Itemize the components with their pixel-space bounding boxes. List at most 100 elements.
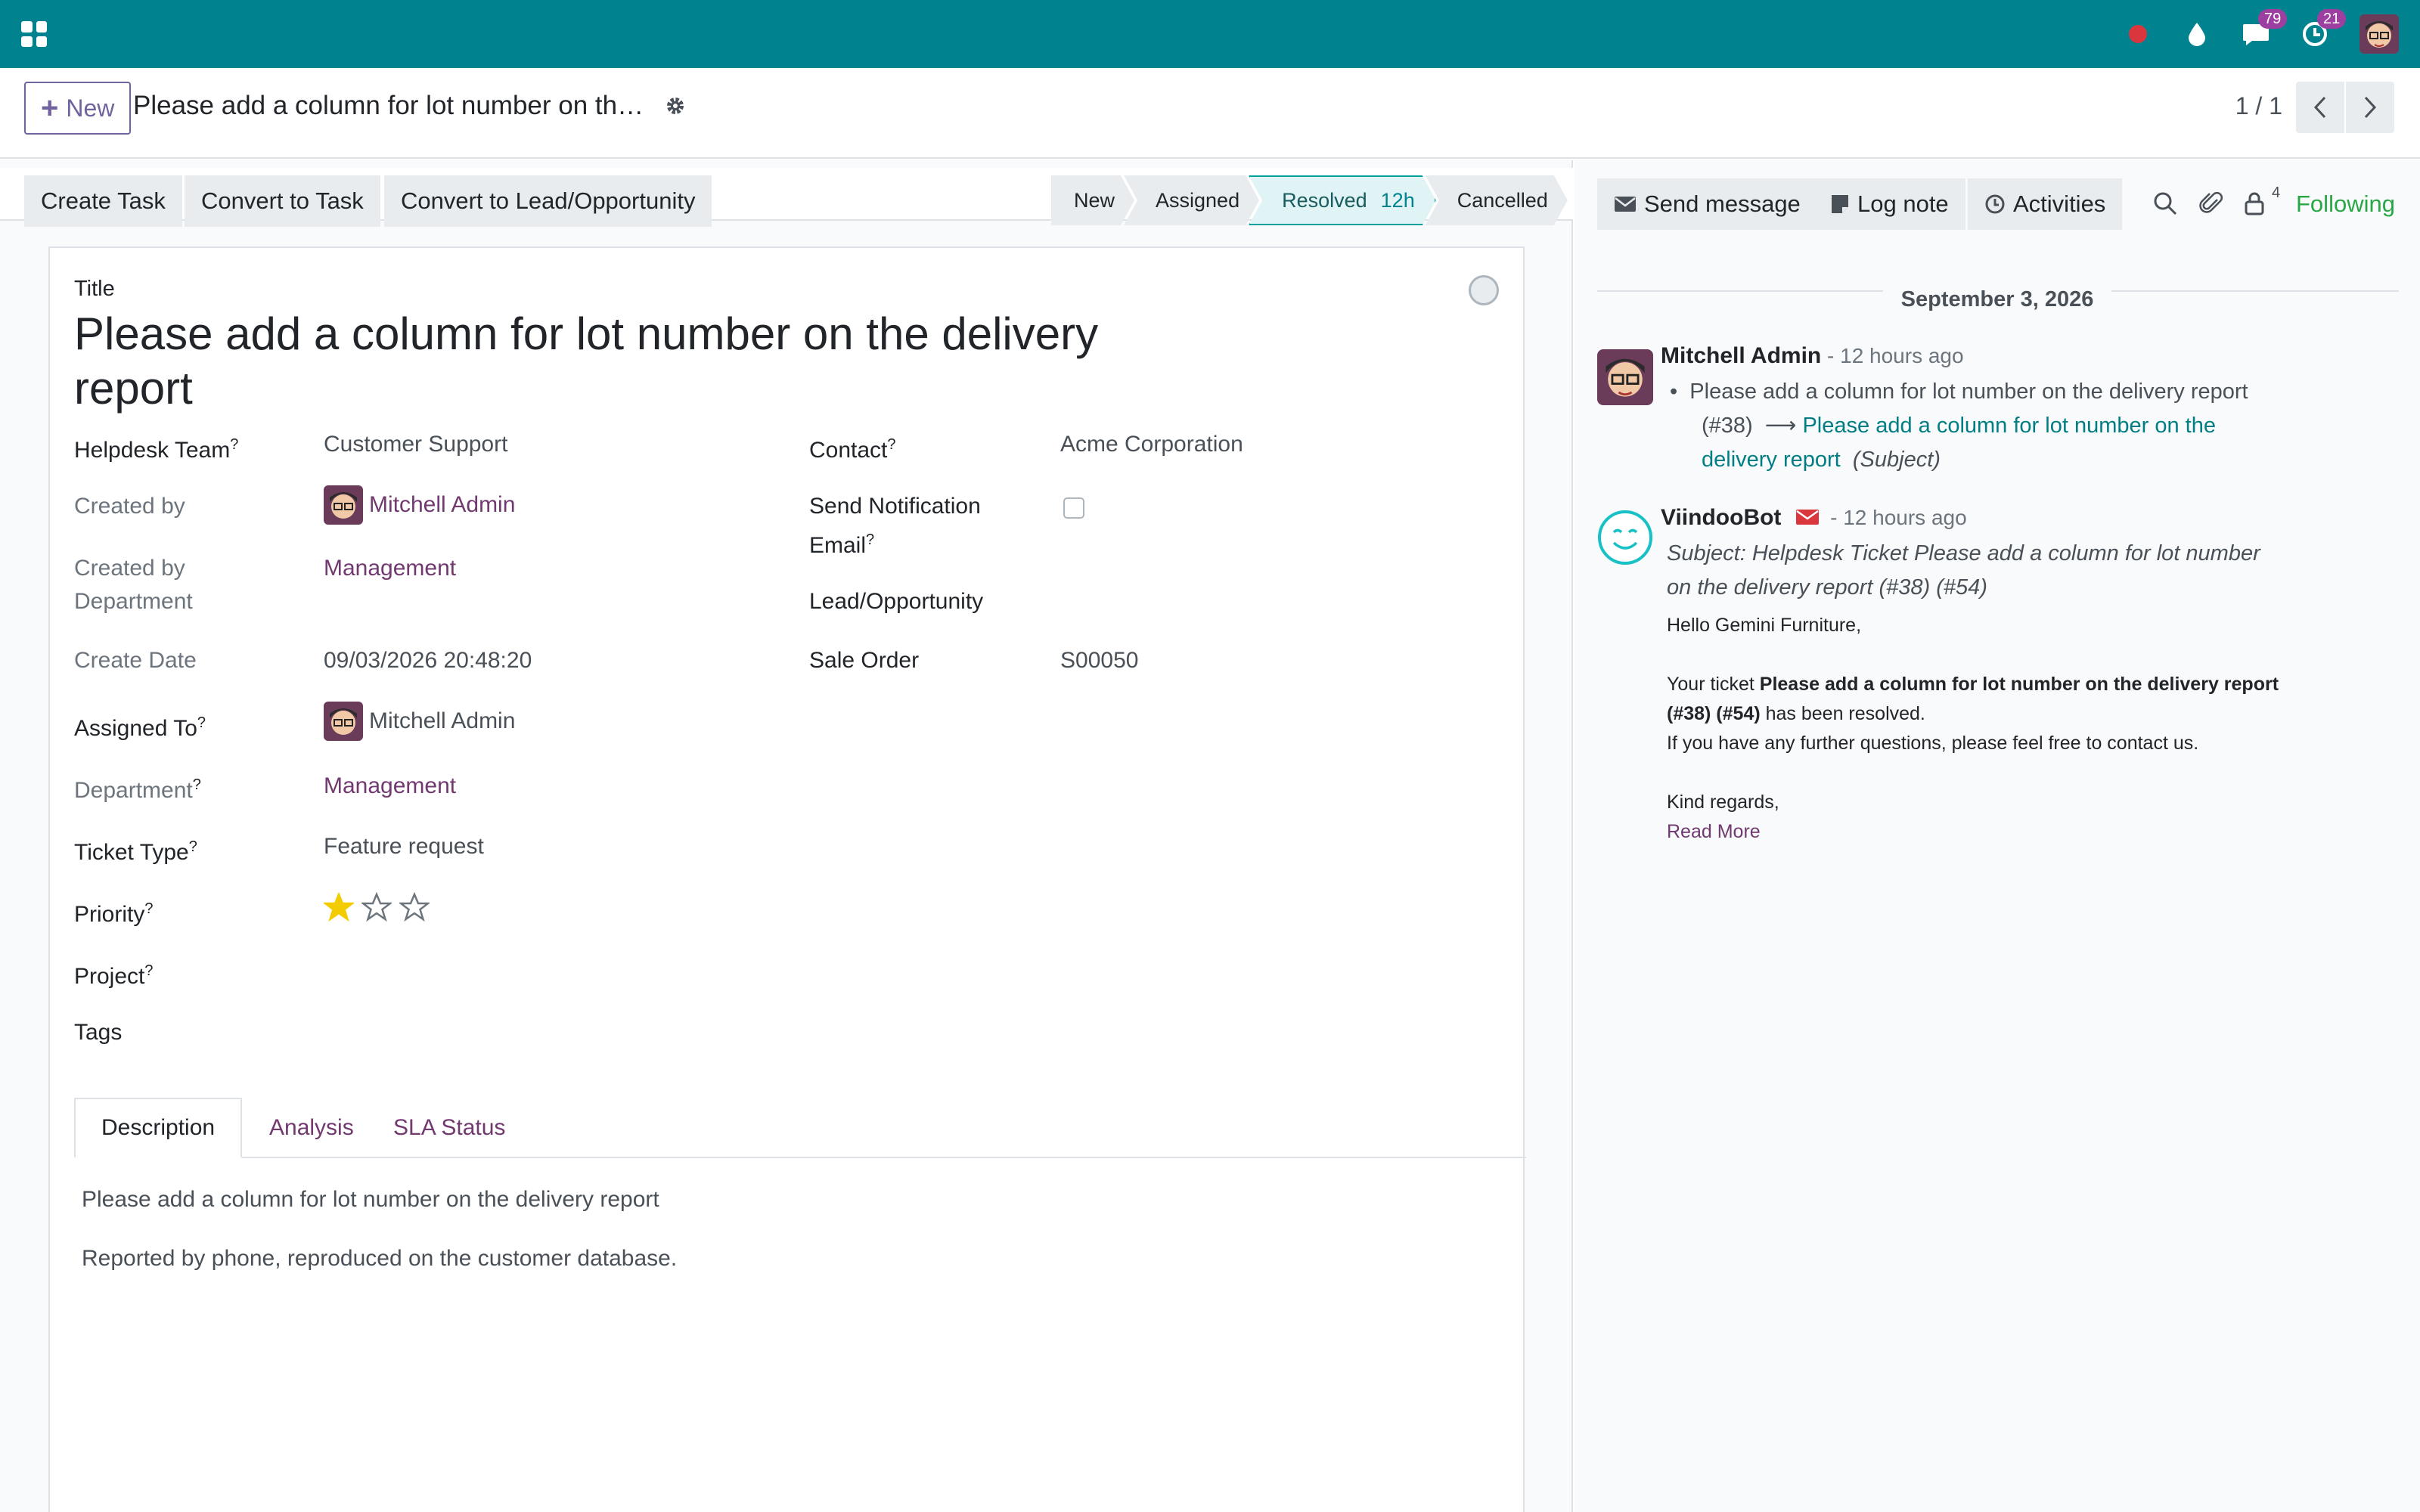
stage-resolved-duration: 12h (1380, 188, 1415, 212)
chat-count-badge: 79 (2258, 9, 2288, 29)
form-sheet: Title Please add a column for lot number… (48, 246, 1526, 1512)
description-line-2[interactable]: Reported by phone, reproduced on the cus… (82, 1246, 677, 1272)
message-author: Mitchell Admin - 12 hours ago (1661, 343, 1964, 368)
priority-star-icon[interactable] (399, 892, 430, 922)
date-separator: September 3, 2026 (1575, 287, 2420, 312)
ticket-type-value[interactable]: Feature request (324, 830, 484, 863)
created-by-dept-value[interactable]: Management (324, 552, 456, 585)
tracking-new-value: Please add a column for lot number on th… (1802, 414, 2216, 438)
envelope-icon (1615, 197, 1636, 212)
tab-sla-status[interactable]: SLA Status (368, 1098, 531, 1158)
new-button[interactable]: + New (24, 82, 132, 135)
activities-button[interactable]: Activities (1968, 178, 2123, 230)
bot-avatar[interactable] (1597, 510, 1653, 565)
send-notification-label-2: Email? (809, 531, 875, 558)
assigned-to-name: Mitchell Admin (369, 708, 516, 733)
record-icon[interactable] (2124, 20, 2152, 48)
created-by-value[interactable]: Mitchell Admin (324, 485, 515, 525)
tracking-old-value: Please add a column for lot number on th… (1689, 380, 2248, 404)
send-message-button[interactable]: Send message (1597, 178, 1817, 230)
apps-menu-icon[interactable] (21, 21, 47, 47)
stage-assigned[interactable]: Assigned (1124, 175, 1259, 225)
plus-icon: + (41, 91, 59, 125)
water-drop-icon[interactable] (2183, 20, 2211, 48)
contact-value[interactable]: Acme Corporation (1060, 428, 1243, 461)
form-pane: Create Task Convert to Task Convert to L… (0, 160, 1573, 1512)
status-circle-toggle[interactable] (1469, 275, 1499, 305)
message-tracking-change: • Please add a column for lot number on … (1670, 380, 2248, 472)
priority-star-icon[interactable] (324, 892, 354, 922)
sale-order-label: Sale Order (809, 648, 920, 673)
pager-next-button[interactable] (2346, 82, 2394, 133)
email-icon (1795, 510, 1819, 525)
message-author-bot: ViindooBot - 12 hours ago (1661, 505, 1967, 530)
message-author-avatar[interactable] (1597, 349, 1653, 405)
create-task-button[interactable]: Create Task (24, 175, 182, 227)
followers-lock-icon[interactable] (2243, 191, 2272, 219)
ticket-type-label: Ticket Type? (74, 838, 197, 865)
priority-star-icon[interactable] (361, 892, 392, 922)
log-note-label: Log note (1857, 191, 1949, 217)
create-date-label: Create Date (74, 648, 197, 673)
created-by-name: Mitchell Admin (369, 492, 516, 517)
title-label: Title (74, 277, 115, 301)
project-label: Project? (74, 962, 154, 989)
top-navbar: 79 21 (0, 0, 2420, 68)
assigned-to-value[interactable]: Mitchell Admin (324, 702, 515, 741)
assigned-to-avatar (324, 702, 363, 741)
user-avatar[interactable] (2360, 14, 2399, 54)
tags-label: Tags (74, 1020, 123, 1045)
navbar-systray: 79 21 (2124, 9, 2399, 54)
search-icon[interactable] (2152, 191, 2181, 219)
stage-cancelled[interactable]: Cancelled (1426, 175, 1568, 225)
stage-pipeline: New Assigned Resolved 12h Cancelled (1051, 175, 1568, 225)
new-button-label: New (66, 94, 115, 122)
tab-description[interactable]: Description (74, 1098, 243, 1158)
department-value[interactable]: Management (324, 770, 456, 803)
tab-analysis[interactable]: Analysis (244, 1098, 380, 1158)
read-more-link[interactable]: Read More (1667, 817, 2393, 847)
activities-label: Activities (2013, 191, 2106, 217)
send-message-label: Send message (1644, 191, 1801, 217)
paperclip-icon[interactable] (2199, 191, 2228, 219)
pager-previous-button[interactable] (2296, 82, 2344, 133)
pager-value[interactable]: 1 / 1 (2235, 92, 2282, 120)
ticket-title[interactable]: Please add a column for lot number on th… (74, 307, 1163, 416)
created-by-dept-label-1: Created by (74, 556, 185, 581)
stage-resolved[interactable]: Resolved 12h (1249, 175, 1436, 225)
priority-label: Priority? (74, 900, 154, 927)
send-notification-label-1: Send Notification (809, 494, 981, 519)
following-button[interactable]: Following (2296, 191, 2395, 218)
helpdesk-team-value[interactable]: Customer Support (324, 428, 507, 461)
statusbar: Create Task Convert to Task Convert to L… (0, 168, 1573, 227)
create-date-value: 09/03/2026 20:48:20 (324, 648, 532, 673)
send-notification-checkbox[interactable] (1063, 497, 1084, 519)
contact-label: Contact? (809, 436, 896, 463)
email-subject: Subject: Helpdesk Ticket Please add a co… (1667, 541, 2260, 600)
created-by-avatar (324, 485, 363, 525)
email-body: Hello Gemini Furniture, Your ticket Plea… (1667, 611, 2393, 847)
priority-stars (324, 892, 430, 922)
convert-to-lead-button[interactable]: Convert to Lead/Opportunity (384, 175, 712, 227)
clock-icon (1985, 194, 2005, 214)
created-by-dept-label-2: Department (74, 589, 193, 614)
chat-icon[interactable]: 79 (2242, 9, 2288, 48)
helpdesk-team-label: Helpdesk Team? (74, 436, 239, 463)
note-icon (1832, 195, 1848, 213)
lead-opportunity-label: Lead/Opportunity (809, 589, 984, 614)
chatter-pane: Send message Log note Activities 4 Follo… (1575, 160, 2420, 1512)
department-label: Department? (74, 776, 201, 803)
activity-clock-icon[interactable]: 21 (2301, 9, 2347, 48)
gear-icon[interactable] (664, 92, 691, 119)
stage-new[interactable]: New (1051, 175, 1134, 225)
chevron-left-icon (2313, 96, 2326, 119)
arrow-right-icon: ⟶ (1764, 414, 1797, 438)
control-panel: + New Please add a column for lot number … (0, 68, 2420, 159)
convert-to-task-button[interactable]: Convert to Task (185, 175, 380, 227)
notebook-tabs: Description Analysis SLA Status (74, 1098, 1526, 1158)
sale-order-value[interactable]: S00050 (1060, 644, 1138, 677)
description-line-1[interactable]: Please add a column for lot number on th… (82, 1187, 659, 1213)
log-note-button[interactable]: Log note (1813, 178, 1965, 230)
created-by-label: Created by (74, 494, 185, 519)
stage-resolved-label: Resolved (1282, 188, 1367, 212)
